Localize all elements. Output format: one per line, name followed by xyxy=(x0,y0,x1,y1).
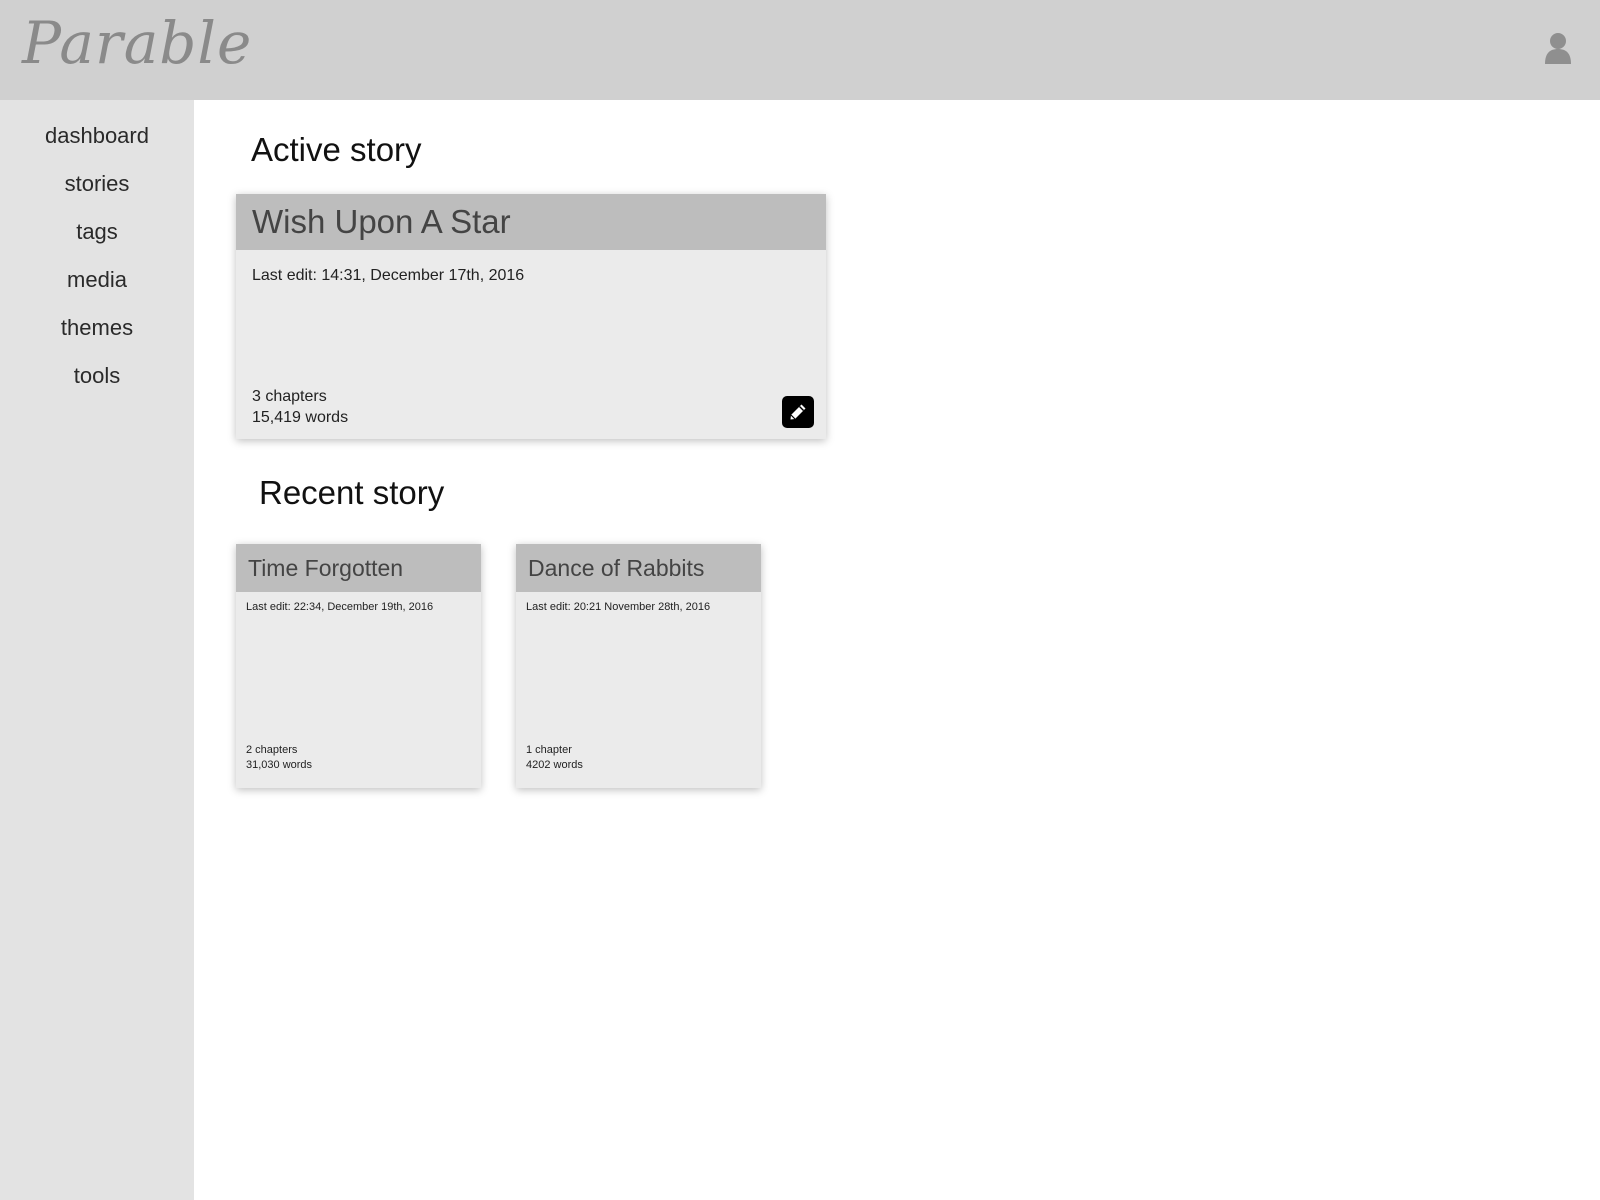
last-edit-text: Last edit: 20:21 November 28th, 2016 xyxy=(526,601,711,613)
story-stats: 3 chapters 15,419 words xyxy=(252,386,348,428)
active-story-card[interactable]: Wish Upon A Star Last edit: 14:31, Decem… xyxy=(236,194,826,439)
app-header: Parable xyxy=(0,0,1600,100)
edit-story-button[interactable] xyxy=(782,396,814,428)
word-count: 4202 words xyxy=(526,759,583,771)
word-count: 31,030 words xyxy=(246,759,313,771)
recent-story-card[interactable]: Time Forgotten Last edit: 22:34, Decembe… xyxy=(236,544,481,788)
user-icon[interactable] xyxy=(1544,32,1572,66)
story-stats: 1 chapter 4202 words xyxy=(526,743,583,773)
active-story-heading: Active story xyxy=(251,131,422,168)
sidebar-item-themes[interactable]: themes xyxy=(0,314,194,342)
sidebar-item-media[interactable]: media xyxy=(0,266,194,294)
story-stats: 2 chapters 31,030 words xyxy=(246,743,312,773)
word-count: 15,419 words xyxy=(252,409,349,426)
story-card-header: Wish Upon A Star xyxy=(236,194,826,250)
recent-story-heading: Recent story xyxy=(259,474,445,511)
story-card-header: Dance of Rabbits xyxy=(516,544,761,592)
chapter-count: 1 chapter xyxy=(526,744,572,756)
sidebar-item-tools[interactable]: tools xyxy=(0,362,194,390)
app-logo[interactable]: Parable xyxy=(22,14,252,72)
sidebar-item-stories[interactable]: stories xyxy=(0,170,194,198)
sidebar-item-tags[interactable]: tags xyxy=(0,218,194,246)
story-title: Wish Upon A Star xyxy=(252,203,511,240)
last-edit-text: Last edit: 22:34, December 19th, 2016 xyxy=(246,601,434,613)
story-title: Time Forgotten xyxy=(248,555,404,581)
last-edit-text: Last edit: 14:31, December 17th, 2016 xyxy=(252,267,525,284)
sidebar-item-dashboard[interactable]: dashboard xyxy=(0,122,194,150)
pencil-icon xyxy=(790,404,806,420)
story-card-header: Time Forgotten xyxy=(236,544,481,592)
sidebar: dashboard stories tags media themes tool… xyxy=(0,100,194,1200)
chapter-count: 3 chapters xyxy=(252,388,327,405)
story-title: Dance of Rabbits xyxy=(528,555,705,581)
recent-story-card[interactable]: Dance of Rabbits Last edit: 20:21 Novemb… xyxy=(516,544,761,788)
chapter-count: 2 chapters xyxy=(246,744,298,756)
